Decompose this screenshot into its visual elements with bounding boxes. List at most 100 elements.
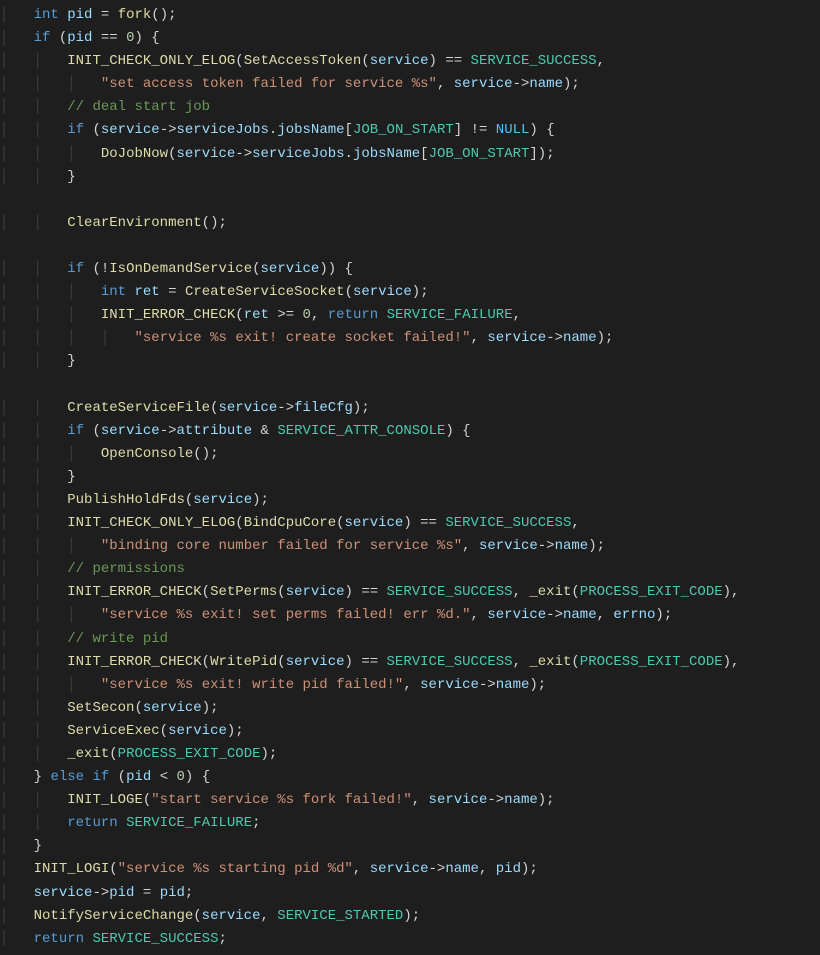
code-token: service	[286, 584, 345, 600]
code-token: "service %s exit! write pid failed!"	[101, 677, 403, 693]
code-token: service	[218, 400, 277, 416]
code-token: pid	[160, 885, 185, 901]
code-token: (	[571, 654, 579, 670]
code-token: "service %s starting pid %d"	[118, 861, 353, 877]
code-token: int	[34, 7, 59, 23]
code-token: );	[353, 400, 370, 416]
code-token: (	[193, 908, 201, 924]
code-token: service	[487, 330, 546, 346]
code-token: }	[34, 769, 51, 785]
code-token: );	[597, 330, 614, 346]
code-token: ,	[571, 515, 579, 531]
code-token: ,	[462, 538, 479, 554]
code-token	[59, 7, 67, 23]
code-editor[interactable]: │ int pid = fork(); │ if (pid == 0) { │ …	[0, 0, 820, 955]
code-token: ,	[597, 53, 605, 69]
code-token: );	[588, 538, 605, 554]
code-token: );	[563, 76, 580, 92]
code-token: =	[92, 7, 117, 23]
code-token: pid	[496, 861, 521, 877]
code-token: NotifyServiceChange	[34, 908, 194, 924]
code-token: SERVICE_SUCCESS	[387, 584, 513, 600]
code-token: CreateServiceSocket	[185, 284, 345, 300]
code-token: (	[109, 746, 117, 762]
code-token: PROCESS_EXIT_CODE	[118, 746, 261, 762]
code-token: ClearEnvironment	[67, 215, 201, 231]
code-token: (	[202, 654, 210, 670]
code-token: ,	[311, 307, 328, 323]
code-token: INIT_ERROR_CHECK	[67, 584, 201, 600]
code-token: NULL	[496, 122, 530, 138]
code-token: (	[277, 654, 285, 670]
code-token: return	[67, 815, 117, 831]
code-token: );	[261, 746, 278, 762]
code-token: PROCESS_EXIT_CODE	[580, 584, 723, 600]
code-token: (	[235, 53, 243, 69]
code-token: ret	[135, 284, 160, 300]
code-token: ->	[546, 330, 563, 346]
code-token: // write pid	[67, 631, 168, 647]
code-token: ret	[244, 307, 269, 323]
code-token: =	[160, 284, 185, 300]
code-token: ,	[471, 607, 488, 623]
code-token: PROCESS_EXIT_CODE	[580, 654, 723, 670]
code-token: ->	[546, 607, 563, 623]
code-token: _exit	[529, 654, 571, 670]
code-token: "set access token failed for service %s"	[101, 76, 437, 92]
code-token: service	[202, 908, 261, 924]
code-token: ->	[487, 792, 504, 808]
code-token: name	[555, 538, 589, 554]
code-token: }	[67, 169, 75, 185]
code-token: name	[504, 792, 538, 808]
code-token: "binding core number failed for service …	[101, 538, 462, 554]
code-token: 0	[303, 307, 311, 323]
code-token: ();	[193, 446, 218, 462]
code-token: }	[67, 469, 75, 485]
code-token: ] !=	[454, 122, 496, 138]
code-token: (!	[84, 261, 109, 277]
code-token: "service %s exit! set perms failed! err …	[101, 607, 471, 623]
code-token: INIT_ERROR_CHECK	[67, 654, 201, 670]
code-token: attribute	[177, 423, 253, 439]
code-token: );	[252, 492, 269, 508]
code-token: ServiceExec	[67, 723, 159, 739]
code-token: if	[67, 423, 84, 439]
code-token: OpenConsole	[101, 446, 193, 462]
code-token: ->	[160, 423, 177, 439]
code-token: INIT_CHECK_ONLY_ELOG	[67, 53, 235, 69]
code-token: SERVICE_ATTR_CONSOLE	[277, 423, 445, 439]
code-token: ->	[479, 677, 496, 693]
code-token: ,	[412, 792, 429, 808]
code-token: INIT_CHECK_ONLY_ELOG	[67, 515, 235, 531]
code-token: ();	[151, 7, 176, 23]
code-token: else	[50, 769, 84, 785]
code-token: service	[168, 723, 227, 739]
code-token: return	[328, 307, 378, 323]
code-token: (	[336, 515, 344, 531]
code-token: JOB_ON_START	[353, 122, 454, 138]
code-token: (	[109, 861, 117, 877]
code-token: ->	[92, 885, 109, 901]
code-token: name	[563, 607, 597, 623]
code-token: ;	[218, 931, 226, 947]
code-token: );	[202, 700, 219, 716]
code-token: ) {	[445, 423, 470, 439]
code-token: int	[101, 284, 126, 300]
code-token: jobsName	[277, 122, 344, 138]
code-token: pid	[126, 769, 151, 785]
code-token: SERVICE_SUCCESS	[387, 654, 513, 670]
code-token: (	[277, 584, 285, 600]
code-token: service	[34, 885, 93, 901]
code-token: SERVICE_FAILURE	[387, 307, 513, 323]
code-token: ->	[160, 122, 177, 138]
code-token: if	[67, 261, 84, 277]
code-token: service	[454, 76, 513, 92]
code-token: SERVICE_SUCCESS	[92, 931, 218, 947]
code-token: jobsName	[353, 146, 420, 162]
code-token: pid	[109, 885, 134, 901]
code-token: ->	[235, 146, 252, 162]
code-token: service	[286, 654, 345, 670]
code-token: SetPerms	[210, 584, 277, 600]
code-token: ,	[403, 677, 420, 693]
code-token: (	[235, 515, 243, 531]
